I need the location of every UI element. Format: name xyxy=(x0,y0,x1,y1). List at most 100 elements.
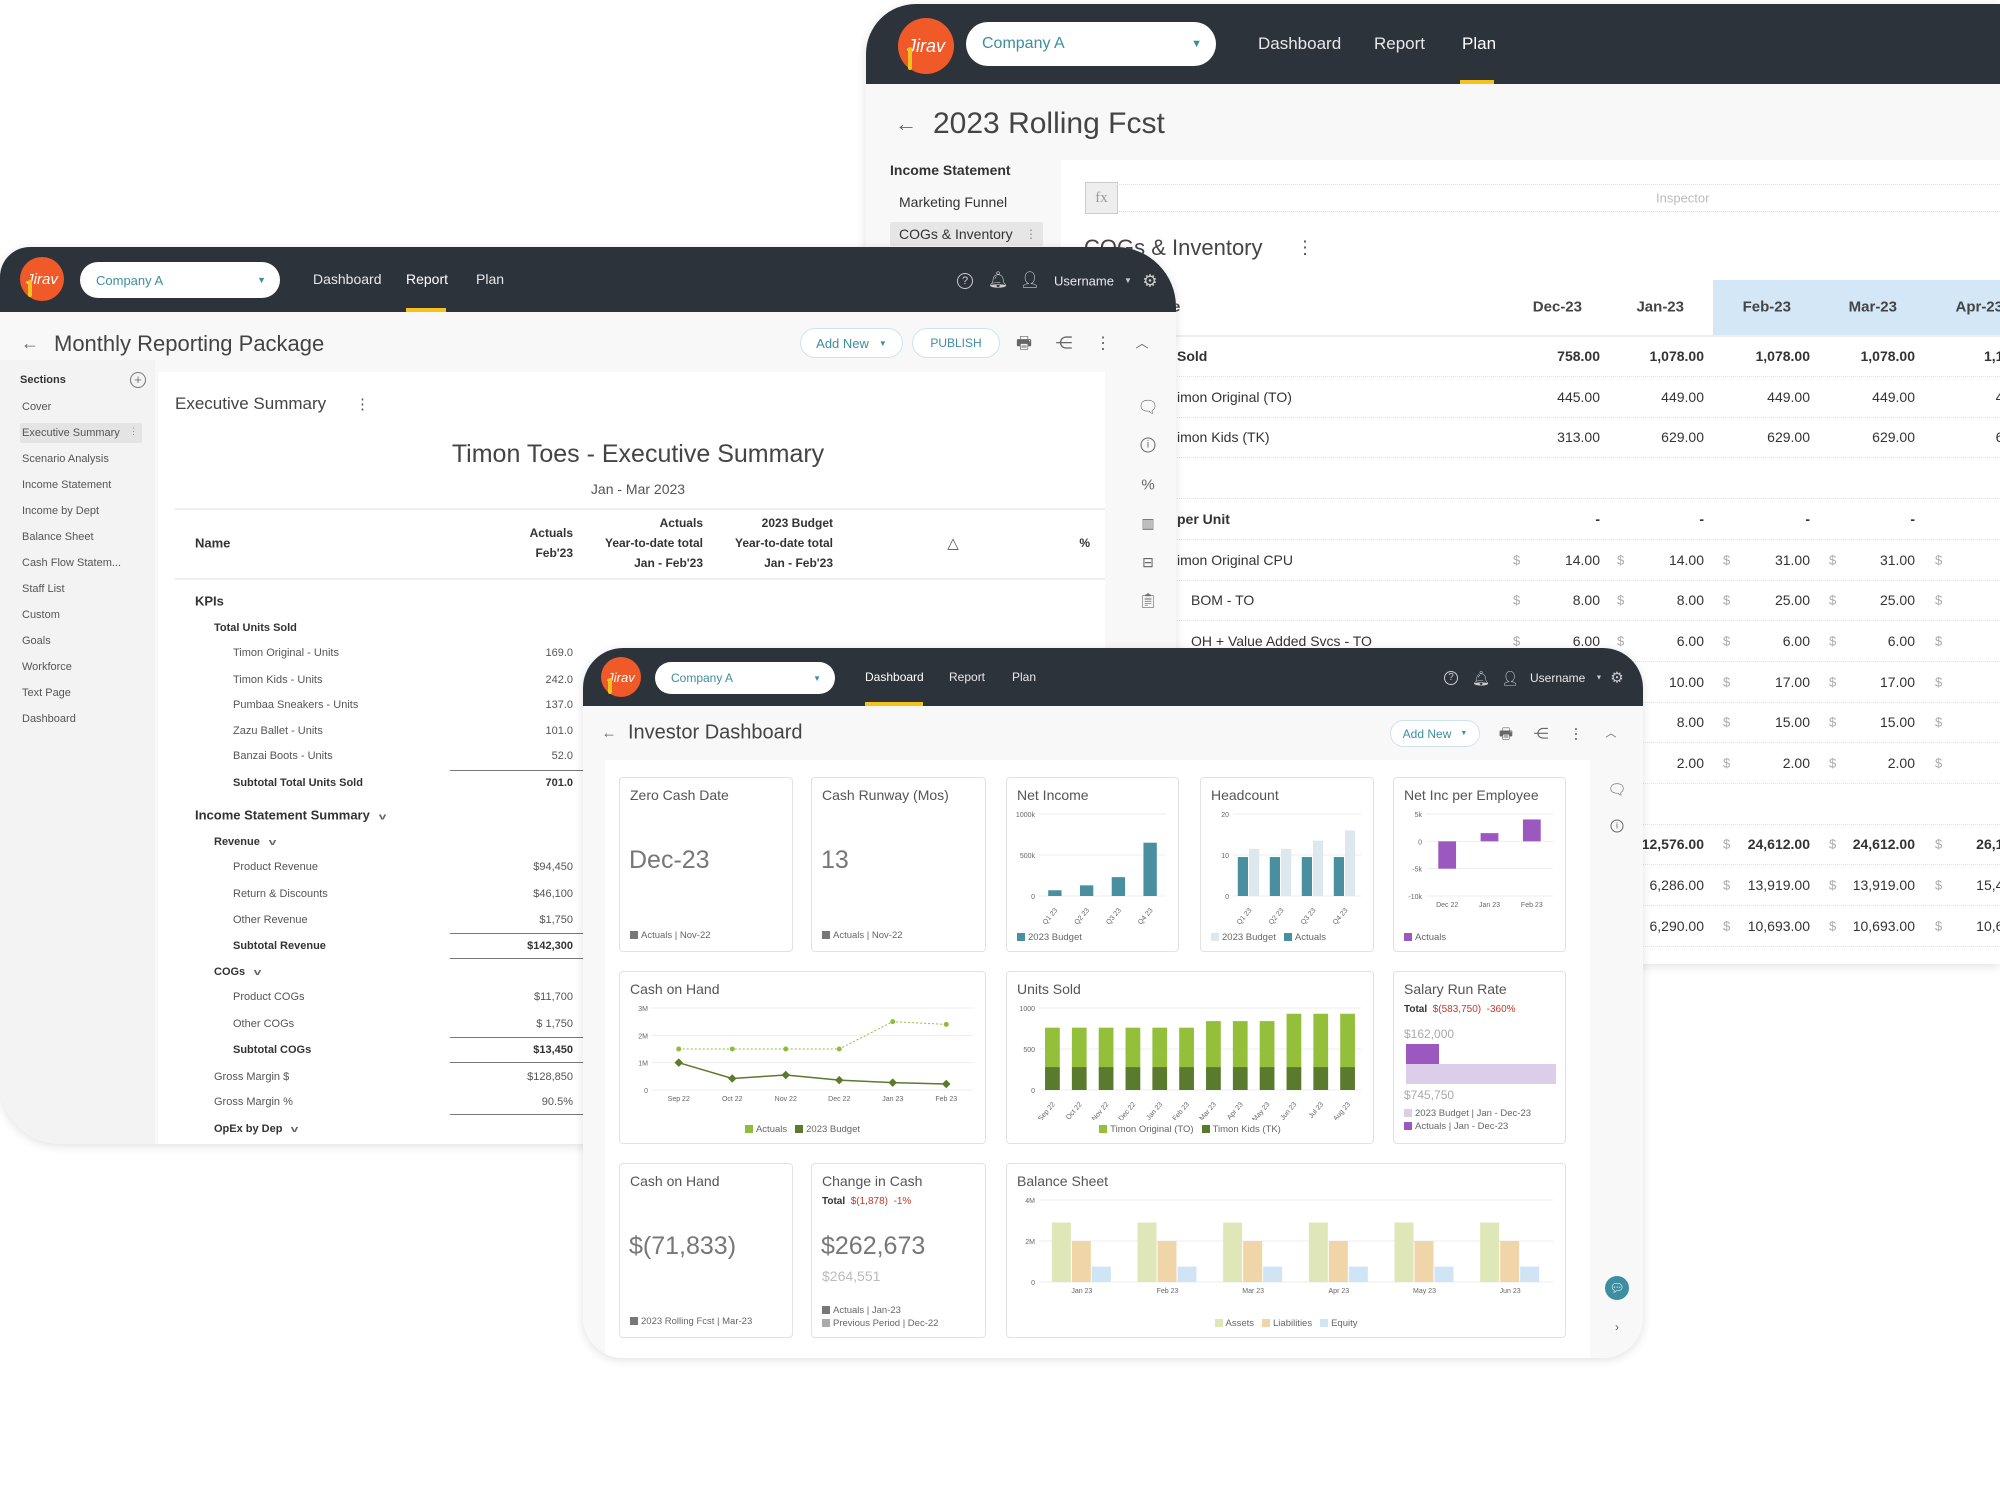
section-item[interactable]: Cover xyxy=(20,397,142,417)
more-vert-icon[interactable]: ⋮ xyxy=(1025,227,1037,241)
table-cell[interactable]: 14.00 xyxy=(1565,552,1600,568)
table-cell[interactable]: 2.00 xyxy=(1783,755,1810,771)
jirav-logo[interactable]: Jirav xyxy=(601,657,641,697)
expandable-row-label[interactable]: Income Statement Summary v xyxy=(195,808,387,823)
legend-item[interactable]: Actuals xyxy=(1283,932,1326,943)
jirav-logo[interactable]: Jirav xyxy=(20,257,64,301)
table-cell[interactable]: 26,162 xyxy=(1976,836,2000,852)
formula-input[interactable] xyxy=(1119,184,2000,212)
column-header[interactable]: Dec-23 xyxy=(1533,299,1582,316)
nav-report[interactable]: Report xyxy=(1374,34,1425,54)
section-item[interactable]: Staff List xyxy=(20,579,142,599)
table-cell[interactable]: 313.00 xyxy=(1557,429,1600,445)
more-vert-icon[interactable]: ⋮ xyxy=(129,426,138,437)
balance-sheet-card[interactable]: Balance Sheet 0 2M 4M Jan 23 Feb 23 Mar 23 Apr … xyxy=(1006,1163,1566,1338)
table-cell[interactable]: 1,128 xyxy=(1984,348,2000,364)
legend-item[interactable]: 2023 Budget xyxy=(1211,932,1276,943)
comment-icon[interactable]: 🗨︎ xyxy=(1607,783,1626,798)
section-item[interactable]: Balance Sheet xyxy=(20,527,142,547)
more-vert-icon[interactable]: ⋮ xyxy=(1095,335,1112,352)
table-cell[interactable]: 1,078.00 xyxy=(1756,348,1811,364)
bell-icon[interactable]: 🔔︎ xyxy=(988,273,1008,289)
table-cell[interactable]: 6,290.00 xyxy=(1650,918,1705,934)
comment-icon[interactable]: 🗨︎ xyxy=(1137,399,1159,416)
more-vert-icon[interactable]: ⋮ xyxy=(1569,727,1584,742)
nav-dashboard[interactable]: Dashboard xyxy=(313,271,382,287)
expandable-row-label[interactable]: OpEx by Dep v xyxy=(214,1123,299,1135)
table-cell[interactable]: 10,693.00 xyxy=(1748,918,1810,934)
print-icon[interactable]: 🖶 xyxy=(1016,335,1032,352)
table-cell[interactable]: 6,286.00 xyxy=(1650,877,1705,893)
expandable-row-label[interactable]: COGs v xyxy=(214,966,261,978)
expandable-row-label[interactable]: Revenue v xyxy=(214,836,277,848)
table-cell[interactable]: 17.00 xyxy=(1880,674,1915,690)
back-arrow-icon[interactable]: ← xyxy=(602,726,617,741)
jirav-logo[interactable]: Jirav xyxy=(898,18,954,74)
table-cell[interactable]: 25.00 xyxy=(1880,592,1915,608)
table-cell[interactable]: - xyxy=(1699,511,1704,527)
info-icon[interactable]: i xyxy=(1140,437,1156,453)
legend-item[interactable]: Assets xyxy=(1214,1318,1254,1329)
table-cell[interactable]: 24,612.00 xyxy=(1748,836,1810,852)
chevron-down-icon[interactable]: v xyxy=(379,812,387,822)
table-cell[interactable]: 14.00 xyxy=(1669,552,1704,568)
help-icon[interactable]: ? xyxy=(1444,671,1458,685)
table-cell[interactable]: 499 xyxy=(1996,389,2000,405)
table-cell[interactable]: 24,612.00 xyxy=(1853,836,1915,852)
back-arrow-icon[interactable]: ← xyxy=(21,334,39,352)
nav-plan[interactable]: Plan xyxy=(1012,670,1036,684)
company-selector[interactable]: Company A ▼ xyxy=(80,262,280,298)
gear-icon[interactable]: ⚙ xyxy=(1610,671,1623,686)
add-new-button[interactable]: Add New ▼ xyxy=(1390,720,1480,747)
more-vert-icon[interactable]: ⋮ xyxy=(355,395,370,413)
nav-plan[interactable]: Plan xyxy=(476,271,504,287)
table-cell[interactable]: 629.00 xyxy=(1872,429,1915,445)
section-item[interactable]: Dashboard xyxy=(20,709,142,729)
user-icon[interactable]: 👤︎ xyxy=(1501,671,1519,685)
table-cell[interactable]: 10.00 xyxy=(1669,674,1704,690)
cash-runway-card[interactable]: Cash Runway (Mos) 13 Actuals | Nov-22 xyxy=(811,777,986,952)
nav-dashboard[interactable]: Dashboard xyxy=(865,670,924,684)
section-item[interactable]: Executive Summary ⋮ xyxy=(20,423,142,443)
percent-icon[interactable]: % xyxy=(1141,478,1154,493)
table-cell[interactable]: 449.00 xyxy=(1767,389,1810,405)
table-cell[interactable]: 449.00 xyxy=(1872,389,1915,405)
column-header[interactable]: Mar-23 xyxy=(1849,299,1897,316)
table-cell[interactable]: 6.00 xyxy=(1888,633,1915,649)
table-cell[interactable]: 17.00 xyxy=(1775,674,1810,690)
chevron-down-icon[interactable]: v xyxy=(291,1124,299,1134)
table-cell[interactable]: 445.00 xyxy=(1557,389,1600,405)
table-cell[interactable]: 6.00 xyxy=(1783,633,1810,649)
chevron-right-icon[interactable]: › xyxy=(1615,1321,1619,1333)
section-item[interactable]: Scenario Analysis xyxy=(20,449,142,469)
cash-on-hand-kpi-card[interactable]: Cash on Hand $(71,833) 2023 Rolling Fcst… xyxy=(619,1163,793,1338)
username-menu[interactable]: Username xyxy=(1054,274,1114,289)
sidebar-item-cogs-inventory[interactable]: COGs & Inventory ⋮ xyxy=(890,222,1043,246)
gear-icon[interactable]: ⚙ xyxy=(1142,273,1157,290)
legend-item[interactable]: 2023 Budget xyxy=(1017,932,1082,943)
table-cell[interactable]: 758.00 xyxy=(1557,348,1600,364)
column-header[interactable]: Jan-23 xyxy=(1636,299,1684,316)
share-icon[interactable]: ⋲ xyxy=(1534,727,1549,742)
fx-button[interactable]: fx xyxy=(1085,182,1118,214)
add-new-button[interactable]: Add New ▼ xyxy=(800,328,903,358)
caret-down-icon[interactable]: ▼ xyxy=(1596,675,1603,682)
section-item[interactable]: Goals xyxy=(20,631,142,651)
legend-item[interactable]: Actuals xyxy=(1404,932,1446,943)
username-menu[interactable]: Username xyxy=(1530,671,1585,685)
table-cell[interactable]: 8.00 xyxy=(1573,592,1600,608)
chevron-down-icon[interactable]: v xyxy=(269,837,277,847)
table-cell[interactable]: 13,919.00 xyxy=(1853,877,1915,893)
column-header[interactable]: Apr-23 xyxy=(1955,299,2000,316)
legend-item[interactable]: Timon Original (TO) xyxy=(1099,1124,1194,1135)
clipboard-gear-icon[interactable]: 📋︎ xyxy=(1138,594,1157,609)
legend-item[interactable]: Timon Kids (TK) xyxy=(1201,1124,1281,1135)
table-cell[interactable]: 8.00 xyxy=(1677,592,1704,608)
change-in-cash-card[interactable]: Change in Cash Total $(1,878) -1% $262,6… xyxy=(811,1163,986,1338)
company-selector[interactable]: Company A ▼ xyxy=(655,662,835,694)
table-cell[interactable]: 6.00 xyxy=(1677,633,1704,649)
legend-item[interactable]: Liabilities xyxy=(1262,1318,1312,1329)
table-cell[interactable]: - xyxy=(1805,511,1810,527)
table-cell[interactable]: 629.00 xyxy=(1661,429,1704,445)
info-icon[interactable]: i xyxy=(1610,819,1624,833)
